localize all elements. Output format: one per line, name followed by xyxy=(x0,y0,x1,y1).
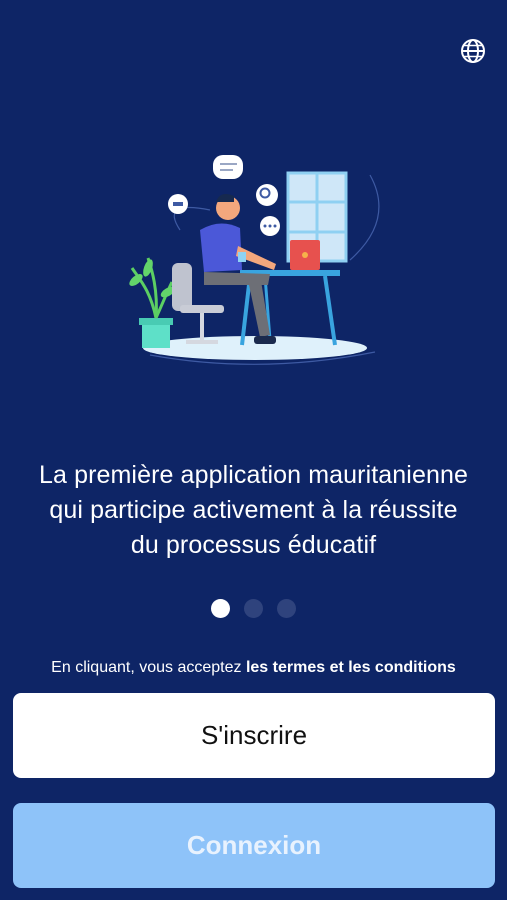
onboarding-screen: La première application mauritanienne qu… xyxy=(0,0,507,900)
signup-button[interactable]: S'inscrire xyxy=(13,693,495,778)
onboarding-headline: La première application mauritanienne qu… xyxy=(0,458,507,563)
login-button[interactable]: Connexion xyxy=(13,803,495,888)
person-working-at-desk-illustration xyxy=(129,155,380,365)
page-dot-3[interactable] xyxy=(277,599,296,618)
page-dot-2[interactable] xyxy=(244,599,263,618)
page-dot-1[interactable] xyxy=(211,599,230,618)
language-button[interactable] xyxy=(458,36,488,66)
headline-line-1: La première application mauritanienne xyxy=(39,461,468,489)
headline-line-2: qui participe activement à la réussite xyxy=(49,496,458,524)
page-indicator xyxy=(0,599,507,618)
terms-prefix: En cliquant, vous acceptez xyxy=(51,659,246,676)
headline-line-3: du processus éducatif xyxy=(130,531,377,559)
globe-icon xyxy=(461,39,485,63)
terms-link[interactable]: les termes et les conditions xyxy=(246,659,456,676)
terms-notice: En cliquant, vous acceptez les termes et… xyxy=(0,659,507,677)
